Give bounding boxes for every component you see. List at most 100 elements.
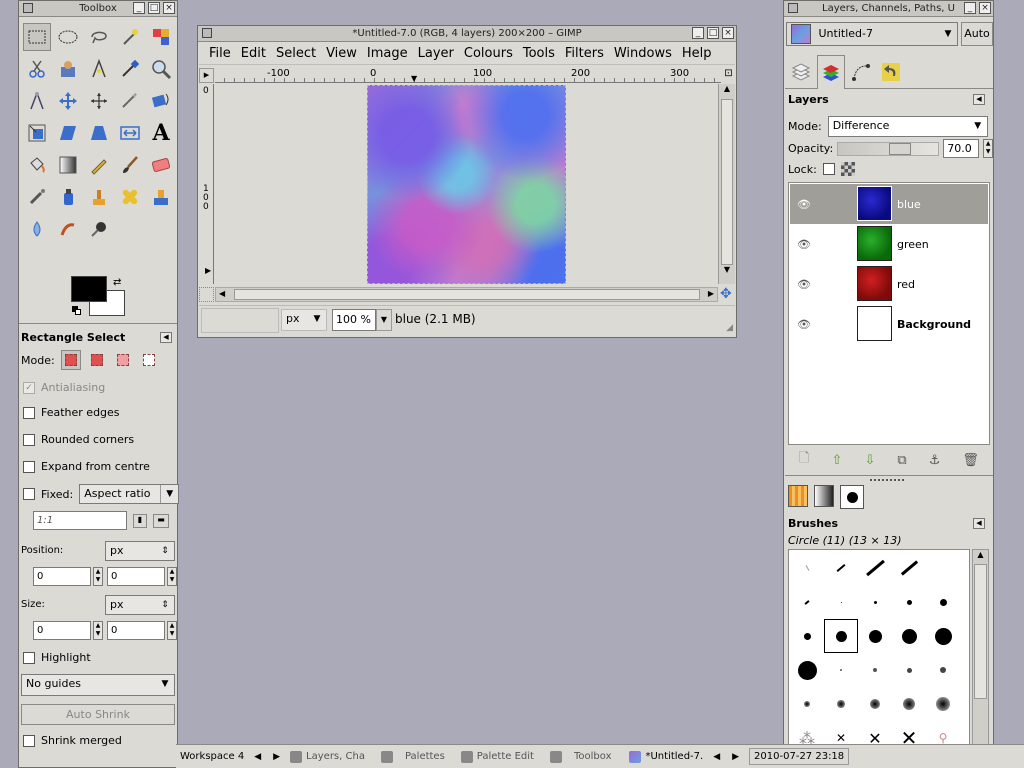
fixed-mode-select[interactable]: Aspect ratio ▼ — [79, 484, 180, 504]
rotate-tool-icon[interactable] — [147, 87, 175, 115]
brush-item[interactable] — [926, 619, 960, 653]
brush-item[interactable] — [892, 687, 926, 721]
brush-item[interactable] — [892, 619, 926, 653]
menu-file[interactable]: File — [205, 46, 237, 61]
fixed-checkbox[interactable] — [23, 488, 35, 500]
brush-item[interactable] — [790, 687, 824, 721]
scroll-up-icon[interactable]: ▲ — [719, 84, 735, 99]
scroll-right-icon[interactable]: ▶ — [708, 289, 714, 298]
paintbrush-tool-icon[interactable] — [116, 151, 144, 179]
minimize-icon[interactable]: _ — [692, 27, 704, 39]
ink-tool-icon[interactable] — [54, 183, 82, 211]
layer-row[interactable]: 👁 green — [790, 224, 988, 264]
move-tool-icon[interactable] — [54, 87, 82, 115]
brush-item[interactable] — [824, 585, 858, 619]
task-untitled[interactable]: *Untitled-7. — [625, 747, 707, 767]
vertical-scrollbar[interactable]: ▲ ▼ — [718, 84, 735, 284]
minimize-icon[interactable]: _ — [964, 2, 976, 14]
lasso-tool-icon[interactable] — [85, 23, 113, 51]
fuzzy-select-tool-icon[interactable] — [116, 23, 144, 51]
menu-select[interactable]: Select — [272, 46, 322, 61]
horizontal-scroll-thumb[interactable] — [234, 289, 700, 300]
swap-colors-icon[interactable]: ⇄ — [113, 277, 121, 288]
rect-select-tool-icon[interactable] — [23, 23, 51, 51]
eye-icon[interactable]: 👁 — [790, 198, 818, 211]
scroll-up-icon[interactable]: ▲ — [973, 550, 988, 564]
zoom-input[interactable]: 100 % — [332, 309, 376, 331]
brush-item[interactable] — [926, 551, 960, 585]
raise-layer-icon[interactable]: ⇧ — [832, 453, 843, 468]
brush-item[interactable] — [790, 551, 824, 585]
brush-item-selected[interactable] — [824, 619, 858, 653]
color-picker-tool-icon[interactable] — [116, 55, 144, 83]
scissors-tool-icon[interactable] — [23, 55, 51, 83]
brush-item[interactable] — [858, 619, 892, 653]
heal-tool-icon[interactable] — [116, 183, 144, 211]
ellipse-select-tool-icon[interactable] — [54, 23, 82, 51]
shear-tool-icon[interactable] — [54, 119, 82, 147]
quick-mask-icon[interactable] — [199, 287, 214, 302]
pencil-tool-icon[interactable] — [85, 151, 113, 179]
tab-channels[interactable] — [817, 55, 845, 89]
position-y-spinner[interactable]: ▲ ▼ — [167, 567, 177, 586]
position-unit-select[interactable]: px ⇕ — [105, 541, 175, 561]
window-menu-icon[interactable] — [788, 3, 798, 13]
eye-icon[interactable]: 👁 — [790, 318, 818, 331]
scroll-left-icon[interactable]: ◀ — [219, 289, 225, 298]
image-select[interactable]: Untitled-7 ▼ — [786, 22, 958, 46]
tab-layers[interactable] — [787, 55, 815, 89]
menu-filters[interactable]: Filters — [561, 46, 610, 61]
perspective-clone-tool-icon[interactable] — [147, 183, 175, 211]
crop-tool-icon[interactable] — [116, 87, 144, 115]
menu-help[interactable]: Help — [678, 46, 718, 61]
tab-paths[interactable] — [847, 55, 875, 89]
mode-subtract-icon[interactable] — [113, 350, 133, 370]
opacity-spinner[interactable]: ▲ ▼ — [983, 139, 994, 158]
size-w-input[interactable]: 0 — [33, 621, 91, 640]
expand-from-centre-checkbox[interactable] — [23, 460, 35, 473]
task-toolbox[interactable]: Toolbox — [546, 747, 616, 767]
anchor-layer-icon[interactable]: ⚓ — [929, 453, 941, 468]
eye-icon[interactable]: 👁 — [790, 238, 818, 251]
close-icon[interactable]: × — [722, 27, 734, 39]
opacity-slider[interactable] — [837, 141, 940, 156]
tab-undo-history[interactable] — [877, 55, 905, 89]
duplicate-layer-icon[interactable]: ⧉ — [897, 453, 906, 468]
opacity-slider-handle[interactable] — [889, 142, 912, 155]
resize-grip-icon[interactable]: ◢ — [726, 323, 733, 333]
feather-edges-checkbox[interactable] — [23, 406, 35, 419]
layer-row[interactable]: 👁 red — [790, 264, 988, 304]
workspace-next-icon[interactable]: ▶ — [267, 752, 286, 762]
portrait-icon[interactable]: ▮ — [133, 513, 147, 528]
brush-item[interactable] — [824, 687, 858, 721]
tab-brushes[interactable] — [840, 485, 864, 509]
brush-item[interactable] — [824, 653, 858, 687]
antialiasing-checkbox[interactable]: ✓ — [23, 381, 35, 394]
layer-row-selected[interactable]: 👁 blue — [790, 184, 988, 224]
maximize-icon[interactable]: □ — [148, 2, 160, 14]
align-tool-icon[interactable] — [85, 87, 113, 115]
vertical-ruler[interactable]: 0 1 0 0 ▶ — [199, 84, 214, 284]
size-h-input[interactable]: 0 — [107, 621, 165, 640]
brush-item[interactable] — [892, 653, 926, 687]
rounded-corners-checkbox[interactable] — [23, 433, 35, 446]
perspective-tool-icon[interactable] — [85, 119, 113, 147]
measure-tool-icon[interactable] — [23, 87, 51, 115]
close-icon[interactable]: × — [979, 2, 991, 14]
brush-item[interactable] — [790, 619, 824, 653]
paths-tool-icon[interactable] — [85, 55, 113, 83]
brush-item[interactable] — [892, 585, 926, 619]
workspace-label[interactable]: Workspace 4 — [176, 751, 248, 762]
ruler-corner-icon[interactable]: ▶ — [199, 68, 214, 83]
image-window-titlebar[interactable]: *Untitled-7.0 (RGB, 4 layers) 200×200 – … — [198, 26, 736, 42]
blend-tool-icon[interactable] — [54, 151, 82, 179]
minimize-icon[interactable]: _ — [133, 2, 145, 14]
foreground-select-tool-icon[interactable] — [54, 55, 82, 83]
brush-item[interactable] — [926, 687, 960, 721]
image-canvas[interactable] — [367, 85, 566, 284]
airbrush-tool-icon[interactable] — [23, 183, 51, 211]
brush-grid[interactable]: ⁂ ✕ ✕ ✕ ⚲ — [788, 549, 970, 768]
toolbox-titlebar[interactable]: Toolbox _ □ × — [19, 1, 177, 17]
brush-item[interactable] — [790, 653, 824, 687]
flip-tool-icon[interactable] — [116, 119, 144, 147]
